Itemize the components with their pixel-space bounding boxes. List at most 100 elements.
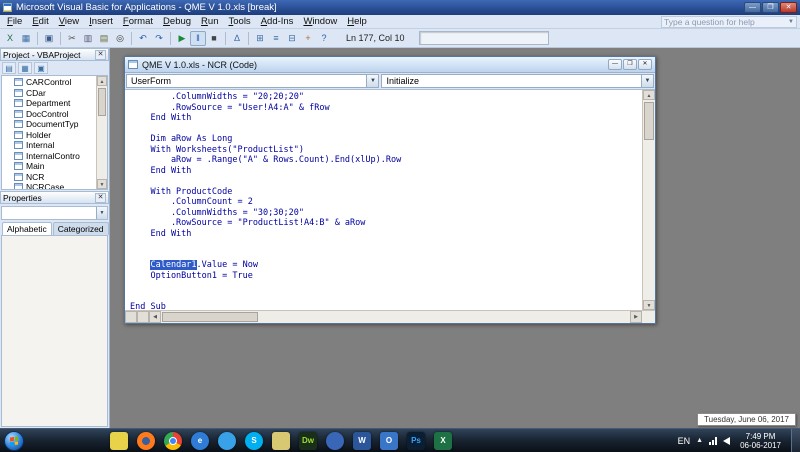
- help-icon[interactable]: ?: [316, 31, 332, 46]
- menu-view[interactable]: View: [54, 16, 84, 27]
- menu-run[interactable]: Run: [196, 16, 223, 27]
- code-horizontal-scrollbar[interactable]: ◀ ▶: [149, 311, 642, 323]
- toolbox-icon[interactable]: +: [300, 31, 316, 46]
- project-tree: CARControlCDarDepartmentDocControlDocume…: [1, 75, 108, 190]
- tree-item-documenttyp[interactable]: DocumentTyp: [5, 119, 96, 130]
- skype-icon[interactable]: S: [245, 432, 263, 450]
- split-handle[interactable]: [137, 311, 149, 323]
- menu-debug[interactable]: Debug: [158, 16, 196, 27]
- taskbar-clock[interactable]: 7:49 PM 06-06-2017: [740, 432, 781, 450]
- scroll-up-icon[interactable]: ▲: [643, 90, 655, 100]
- menu-window[interactable]: Window: [298, 16, 342, 27]
- code-close-button[interactable]: ✕: [638, 59, 652, 70]
- properties-panel-close-icon[interactable]: ✕: [95, 193, 106, 203]
- design-mode-icon[interactable]: ∆: [229, 31, 245, 46]
- project-panel-close-icon[interactable]: ✕: [95, 50, 106, 60]
- code-maximize-button[interactable]: ❐: [623, 59, 637, 70]
- restore-button[interactable]: ❐: [762, 2, 779, 13]
- minimize-button[interactable]: —: [744, 2, 761, 13]
- explorer-icon[interactable]: [272, 432, 290, 450]
- code-vertical-scrollbar[interactable]: ▲ ▼: [642, 90, 655, 310]
- copy-icon[interactable]: ▥: [80, 31, 96, 46]
- chrome-icon[interactable]: [164, 432, 182, 450]
- start-button[interactable]: [4, 431, 24, 451]
- tab-categorized[interactable]: Categorized: [53, 222, 109, 235]
- language-indicator[interactable]: EN: [678, 436, 691, 446]
- firefox-icon[interactable]: [137, 432, 155, 450]
- userform-icon: [14, 78, 23, 86]
- word-icon[interactable]: W: [353, 432, 371, 450]
- scroll-up-icon[interactable]: ▲: [97, 76, 107, 86]
- insert-userform-icon[interactable]: ▦: [18, 31, 34, 46]
- menu-edit[interactable]: Edit: [27, 16, 53, 27]
- menu-insert[interactable]: Insert: [84, 16, 118, 27]
- selected-text: Calendar1: [150, 260, 196, 270]
- outlook-icon[interactable]: O: [380, 432, 398, 450]
- tree-item-internalcontro[interactable]: InternalContro: [5, 151, 96, 162]
- cut-icon[interactable]: ✂: [64, 31, 80, 46]
- tree-item-main[interactable]: Main: [5, 161, 96, 172]
- scroll-down-icon[interactable]: ▼: [643, 300, 655, 310]
- chevron-down-icon[interactable]: ▼: [96, 207, 107, 219]
- code-window-titlebar[interactable]: QME V 1.0.xls - NCR (Code) — ❐ ✕: [125, 57, 655, 73]
- run-icon[interactable]: ▶: [174, 31, 190, 46]
- redo-icon[interactable]: ↷: [151, 31, 167, 46]
- properties-window-icon[interactable]: ≡: [268, 31, 284, 46]
- tree-item-internal[interactable]: Internal: [5, 140, 96, 151]
- tree-item-holder[interactable]: Holder: [5, 130, 96, 141]
- notes-app-icon[interactable]: [110, 432, 128, 450]
- menu-help[interactable]: Help: [342, 16, 372, 27]
- tree-item-doccontrol[interactable]: DocControl: [5, 109, 96, 120]
- network-icon[interactable]: [709, 436, 717, 445]
- photoshop-icon[interactable]: Ps: [407, 432, 425, 450]
- tab-alphabetic[interactable]: Alphabetic: [2, 222, 52, 235]
- object-browser-icon[interactable]: ⊟: [284, 31, 300, 46]
- tree-item-ncrcase[interactable]: NCRCase: [5, 182, 96, 190]
- tree-item-carcontrol[interactable]: CARControl: [5, 77, 96, 88]
- break-icon[interactable]: ‖: [190, 31, 206, 46]
- find-icon[interactable]: ◎: [112, 31, 128, 46]
- split-handle[interactable]: [125, 311, 137, 323]
- code-minimize-button[interactable]: —: [608, 59, 622, 70]
- scroll-thumb[interactable]: [644, 102, 654, 140]
- excel-icon[interactable]: X: [434, 432, 452, 450]
- toggle-folders-icon[interactable]: ▣: [34, 62, 48, 74]
- code-editor[interactable]: .ColumnWidths = "20;20;20" .RowSource = …: [125, 90, 642, 310]
- scroll-down-icon[interactable]: ▼: [97, 179, 107, 189]
- menu-tools[interactable]: Tools: [224, 16, 256, 27]
- tree-item-ncr[interactable]: NCR: [5, 172, 96, 183]
- messenger-icon[interactable]: [218, 432, 236, 450]
- menu-format[interactable]: Format: [118, 16, 158, 27]
- help-search-box[interactable]: Type a question for help ▼: [661, 16, 797, 28]
- view-code-icon[interactable]: ▤: [2, 62, 16, 74]
- chevron-down-icon[interactable]: ▼: [641, 75, 653, 87]
- object-dropdown[interactable]: UserForm ▼: [126, 74, 379, 88]
- scroll-left-icon[interactable]: ◀: [149, 311, 161, 323]
- procedure-dropdown[interactable]: Initialize ▼: [381, 74, 654, 88]
- scroll-thumb[interactable]: [98, 88, 106, 116]
- paste-icon[interactable]: ▤: [96, 31, 112, 46]
- project-tree-scrollbar[interactable]: ▲ ▼: [96, 76, 107, 189]
- dreamweaver-icon[interactable]: Dw: [299, 432, 317, 450]
- close-button[interactable]: ✕: [780, 2, 797, 13]
- properties-object-dropdown[interactable]: ▼: [1, 206, 108, 220]
- view-object-icon[interactable]: ▦: [18, 62, 32, 74]
- tree-item-cdar[interactable]: CDar: [5, 88, 96, 99]
- internet-explorer-icon[interactable]: e: [191, 432, 209, 450]
- volume-icon[interactable]: [723, 437, 730, 445]
- menu-file[interactable]: File: [2, 16, 27, 27]
- project-explorer-icon[interactable]: ⊞: [252, 31, 268, 46]
- view-excel-icon[interactable]: X: [2, 31, 18, 46]
- scroll-right-icon[interactable]: ▶: [630, 311, 642, 323]
- code-dropdowns-row: UserForm ▼ Initialize ▼: [125, 73, 655, 90]
- scroll-thumb[interactable]: [162, 312, 258, 322]
- media-player-icon[interactable]: [326, 432, 344, 450]
- menu-add-ins[interactable]: Add-Ins: [256, 16, 299, 27]
- save-icon[interactable]: ▣: [41, 31, 57, 46]
- tree-item-department[interactable]: Department: [5, 98, 96, 109]
- reset-icon[interactable]: ■: [206, 31, 222, 46]
- show-desktop-button[interactable]: [791, 429, 800, 452]
- show-hidden-icons-icon[interactable]: ▲: [696, 437, 703, 444]
- chevron-down-icon[interactable]: ▼: [366, 75, 378, 87]
- undo-icon[interactable]: ↶: [135, 31, 151, 46]
